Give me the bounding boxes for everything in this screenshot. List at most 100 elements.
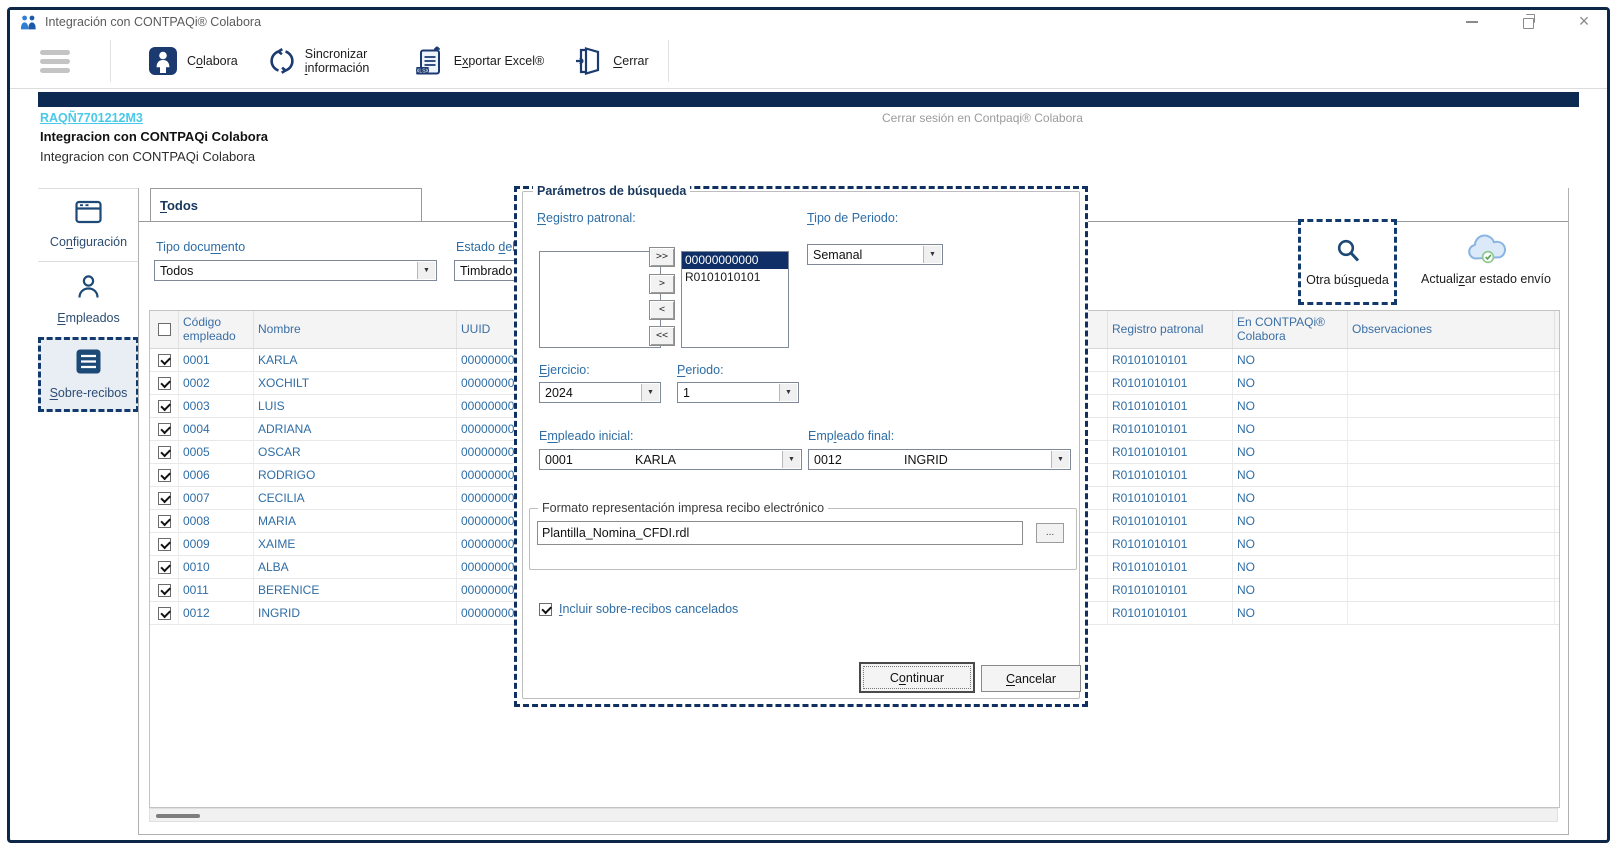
minimize-button[interactable]: [1459, 11, 1485, 33]
registro-patronal-selected-list[interactable]: 00000000000R0101010101: [681, 251, 789, 348]
cell-nombre: BERENICE: [254, 579, 457, 601]
cell-codigo: 0004: [179, 418, 254, 440]
column-header-nombre[interactable]: Nombre: [254, 311, 457, 348]
cell-nombre: ADRIANA: [254, 418, 457, 440]
chevron-down-icon[interactable]: ▼: [641, 384, 659, 401]
app-logo-icon: [20, 15, 37, 30]
cell-colabora: NO: [1233, 556, 1348, 578]
chevron-down-icon[interactable]: ▼: [923, 246, 941, 263]
logout-link[interactable]: Cerrar sesión en Contpaqi® Colabora: [882, 111, 1083, 125]
cell-colabora: NO: [1233, 602, 1348, 624]
chevron-down-icon[interactable]: ▼: [417, 262, 435, 279]
rfc-link[interactable]: RAQÑ7701212M3: [40, 111, 143, 125]
tipo-periodo-select[interactable]: Semanal ▼: [807, 244, 943, 265]
cell-codigo: 0005: [179, 441, 254, 463]
menu-icon[interactable]: [40, 50, 70, 73]
row-checkbox[interactable]: [158, 584, 171, 597]
cell-nombre: OSCAR: [254, 441, 457, 463]
column-header-colabora[interactable]: En CONTPAQi® Colabora: [1233, 311, 1348, 348]
exportar-excel-button[interactable]: XLSX Exportar Excel®: [398, 34, 560, 88]
browse-button[interactable]: ...: [1036, 523, 1064, 543]
row-checkbox[interactable]: [158, 492, 171, 505]
cell-colabora: NO: [1233, 533, 1348, 555]
exit-door-icon: [574, 46, 604, 76]
sidebar-item-sobre-recibos[interactable]: Sobre-recibos: [38, 337, 139, 412]
row-checkbox[interactable]: [158, 446, 171, 459]
colabora-button[interactable]: Colabora: [133, 34, 253, 88]
move-all-right-button[interactable]: >>: [649, 247, 675, 267]
tab-todos[interactable]: Todos: [150, 188, 422, 221]
row-checkbox[interactable]: [158, 354, 171, 367]
tipo-documento-select[interactable]: Todos ▼: [154, 260, 437, 281]
cell-registro: R0101010101: [1108, 395, 1233, 417]
close-button[interactable]: ×: [1571, 11, 1597, 33]
scrollbar-thumb[interactable]: [156, 814, 200, 818]
row-checkbox[interactable]: [158, 423, 171, 436]
chevron-down-icon[interactable]: ▼: [1051, 451, 1069, 468]
cell-registro: R0101010101: [1108, 556, 1233, 578]
cell-colabora: NO: [1233, 487, 1348, 509]
cell-nombre: RODRIGO: [254, 464, 457, 486]
empleado-final-select[interactable]: 0012 INGRID ▼: [808, 449, 1071, 470]
title-bar: Integración con CONTPAQi® Colabora ×: [10, 10, 1607, 34]
row-checkbox[interactable]: [158, 515, 171, 528]
move-right-button[interactable]: >: [649, 274, 675, 294]
column-header-codigo[interactable]: Código empleado: [179, 311, 254, 348]
ejercicio-select[interactable]: 2024 ▼: [539, 382, 661, 403]
cell-colabora: NO: [1233, 418, 1348, 440]
ejercicio-value: 2024: [540, 386, 573, 400]
periodo-select[interactable]: 1 ▼: [677, 382, 799, 403]
cancelar-button[interactable]: Cancelar: [981, 665, 1081, 692]
row-checkbox[interactable]: [158, 607, 171, 620]
incluir-cancelados-checkbox[interactable]: [539, 603, 552, 616]
column-header-registro[interactable]: Registro patronal: [1108, 311, 1233, 348]
horizontal-scrollbar[interactable]: [149, 808, 1558, 822]
sidebar-item-configuracion[interactable]: Configuración: [38, 188, 139, 261]
list-icon: [75, 348, 102, 375]
continuar-button[interactable]: Continuar: [860, 663, 974, 692]
actualizar-estado-button[interactable]: Actualizar estado envío: [1407, 219, 1565, 299]
registro-patronal-available-list[interactable]: [539, 251, 661, 348]
cell-colabora: NO: [1233, 464, 1348, 486]
sidebar-item-label: Sobre-recibos: [41, 386, 136, 400]
cell-codigo: 0012: [179, 602, 254, 624]
cell-nombre: MARIA: [254, 510, 457, 532]
sidebar-item-empleados[interactable]: Empleados: [38, 261, 139, 337]
search-icon: [1334, 237, 1362, 265]
row-checkbox[interactable]: [158, 377, 171, 390]
move-all-left-button[interactable]: <<: [649, 326, 675, 346]
empleado-final-label: Empleado final:: [808, 429, 894, 443]
chevron-down-icon[interactable]: ▼: [782, 451, 800, 468]
toolbar-separator: [668, 40, 669, 82]
sincronizar-button[interactable]: Sincronizar información: [253, 34, 398, 88]
select-all-checkbox[interactable]: [158, 323, 171, 336]
row-checkbox[interactable]: [158, 400, 171, 413]
row-checkbox[interactable]: [158, 538, 171, 551]
cell-observaciones: [1348, 395, 1555, 417]
sidebar: Configuración Empleados Sobre-recibos: [38, 188, 139, 412]
estado-documento-label: Estado del: [456, 240, 515, 254]
cell-codigo: 0008: [179, 510, 254, 532]
otra-busqueda-button[interactable]: Otra búsqueda: [1298, 219, 1397, 305]
row-checkbox[interactable]: [158, 561, 171, 574]
formato-input[interactable]: [537, 521, 1023, 545]
incluir-cancelados-label[interactable]: Incluir sobre-recibos cancelados: [559, 602, 738, 616]
cell-nombre: XAIME: [254, 533, 457, 555]
cell-colabora: NO: [1233, 510, 1348, 532]
dialog-title: Parámetros de búsqueda: [533, 184, 690, 198]
cell-nombre: KARLA: [254, 349, 457, 371]
move-left-button[interactable]: <: [649, 300, 675, 320]
restore-button[interactable]: [1515, 11, 1541, 33]
cell-codigo: 0010: [179, 556, 254, 578]
cell-codigo: 0003: [179, 395, 254, 417]
cell-observaciones: [1348, 464, 1555, 486]
cell-codigo: 0009: [179, 533, 254, 555]
row-checkbox[interactable]: [158, 469, 171, 482]
company-name: Integracion con CONTPAQi Colabora: [40, 149, 255, 164]
registro-patronal-item[interactable]: R0101010101: [682, 269, 788, 286]
cerrar-button[interactable]: Cerrar: [559, 34, 663, 88]
chevron-down-icon[interactable]: ▼: [779, 384, 797, 401]
registro-patronal-item[interactable]: 00000000000: [682, 252, 788, 269]
column-header-observaciones[interactable]: Observaciones: [1348, 311, 1555, 348]
empleado-inicial-select[interactable]: 0001 KARLA ▼: [539, 449, 802, 470]
